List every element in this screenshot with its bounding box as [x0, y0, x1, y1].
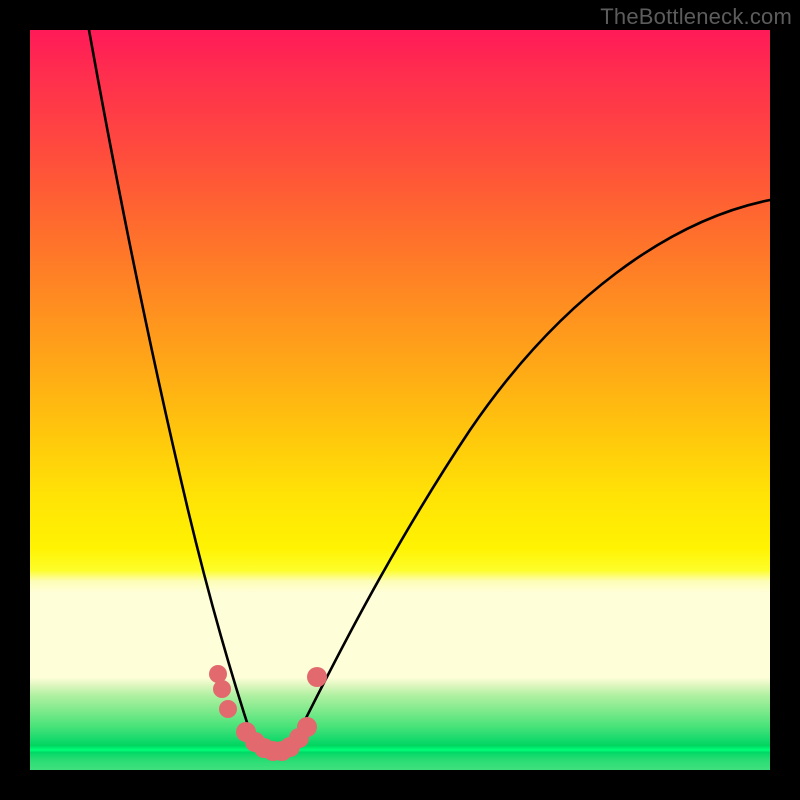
chart-frame: TheBottleneck.com [0, 0, 800, 800]
chart-svg [30, 30, 770, 770]
markers-valley-blob [236, 717, 317, 761]
watermark-text: TheBottleneck.com [600, 4, 792, 30]
curve-left-branch [89, 30, 252, 738]
markers-right-wall [307, 667, 327, 687]
curve-right-branch [296, 200, 770, 738]
plot-area [30, 30, 770, 770]
